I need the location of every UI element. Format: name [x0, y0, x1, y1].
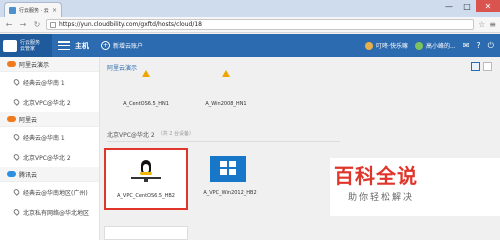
sidebar-group-label: 阿里云演示 — [19, 61, 50, 69]
watermark-subtitle: 助你轻松解决 — [348, 193, 415, 203]
host-card[interactable]: A_CentOS6.5_HN1 — [114, 67, 178, 115]
section-count: （共 2 台设备） — [157, 131, 195, 137]
reload-icon[interactable]: ↻ — [32, 20, 42, 30]
sidebar-group-aliyun-demo[interactable]: 阿里云演示 — [0, 57, 99, 72]
windows-logo-icon — [210, 156, 246, 182]
user-menu[interactable]: 叮咚·快乐嘛 — [365, 41, 408, 50]
sidebar-item-label: 北京VPC@华北 2 — [23, 154, 71, 162]
url-text: https://yun.cloudbility.com/gxftd/hosts/… — [59, 21, 202, 28]
address-bar: ← → ↻ https://yun.cloudbility.com/gxftd/… — [0, 17, 500, 33]
sidebar-item-label: 经典云@华南 1 — [23, 134, 65, 142]
tencent-cloud-icon — [7, 171, 16, 177]
tab-title: 行云服务 · 云管家 — [19, 7, 49, 14]
user-label: 叮咚·快乐嘛 — [376, 43, 408, 50]
account-label: 高小峰的... — [425, 43, 456, 50]
aliyun-icon — [7, 116, 16, 122]
host-label: A_VPC_CentOS6.5_HB2 — [117, 193, 175, 199]
favicon-icon — [9, 6, 16, 14]
menu-icon[interactable]: ≡ — [489, 20, 496, 29]
account-menu[interactable]: 高小峰的... — [414, 41, 456, 50]
location-pin-icon — [12, 188, 21, 196]
grid-view-icon[interactable] — [471, 62, 480, 71]
warning-icon — [142, 70, 150, 77]
browser-tabstrip: 行云服务 · 云管家 × — □ ✕ — [0, 0, 500, 17]
page-icon — [50, 21, 56, 28]
star-icon[interactable]: ☆ — [478, 20, 485, 29]
avatar — [365, 41, 374, 50]
warning-icon — [222, 70, 230, 77]
sidebar-item-beijing-vpc[interactable]: 北京VPC@华北 2 — [0, 147, 99, 167]
host-label: A_CentOS6.5_HN1 — [123, 101, 169, 107]
location-pin-icon — [12, 98, 21, 106]
header-right: 叮咚·快乐嘛 高小峰的... ✉ ? ⏻ — [365, 34, 500, 57]
sidebar-item-classic-guangzhou[interactable]: 经典云@华南地区(广州) — [0, 182, 99, 202]
host-label: A_Win2008_HN1 — [205, 101, 247, 107]
tab-close-icon[interactable]: × — [52, 7, 57, 14]
linux-tux-icon — [139, 157, 153, 175]
maximize-button[interactable]: □ — [458, 0, 476, 12]
sidebar-item-label: 经典云@华南地区(广州) — [23, 189, 88, 197]
sidebar-group-tencent[interactable]: 腾讯云 — [0, 167, 99, 182]
sidebar-group-aliyun[interactable]: 阿里云 — [0, 112, 99, 127]
section-divider — [107, 141, 340, 142]
logo-mark-icon — [3, 39, 17, 52]
location-pin-icon — [12, 153, 21, 161]
sidebar-group-label: 阿里云 — [19, 116, 38, 124]
power-icon[interactable]: ⏻ — [488, 41, 494, 51]
sidebar-item-classic-south1[interactable]: 经典云@华南 1 — [0, 72, 99, 92]
location-pin-icon — [12, 208, 21, 216]
monitor-stand-icon — [144, 179, 148, 182]
host-menu-label[interactable]: 主机 — [75, 41, 89, 51]
browser-tab[interactable]: 行云服务 · 云管家 × — [4, 2, 62, 17]
host-card-selected[interactable]: A_VPC_CentOS6.5_HB2 — [104, 148, 188, 210]
host-card[interactable]: A_VPC_Win2012_HB2 — [198, 152, 262, 208]
url-input[interactable]: https://yun.cloudbility.com/gxftd/hosts/… — [46, 19, 475, 30]
logo-text-line2: 云管家 — [20, 45, 36, 52]
app-logo[interactable]: 行云服务 云管家 — [0, 34, 52, 57]
sidebar-item-label: 北京VPC@华北 2 — [23, 99, 71, 107]
sidebar-group-label: 腾讯云 — [19, 171, 38, 179]
mail-icon[interactable]: ✉ — [463, 41, 470, 50]
sidebar-item-beijing-vpc[interactable]: 北京VPC@华北 2 — [0, 92, 99, 112]
new-cloud-account-label: 新增云账户 — [113, 43, 144, 50]
forward-arrow-icon[interactable]: → — [18, 20, 28, 30]
section-header: 北京VPC@华北 2 （共 2 台设备） — [107, 130, 194, 139]
location-pin-icon — [12, 133, 21, 141]
sidebar-item-label: 经典云@华南 1 — [23, 79, 65, 87]
watermark: 百科全说 助你轻松解决 — [330, 158, 500, 216]
sidebar-item-classic-south1[interactable]: 经典云@华南 1 — [0, 127, 99, 147]
view-toggle — [471, 62, 492, 71]
location-pin-icon — [12, 78, 21, 86]
sidebar-item-label: 北京私有网络@华北地区 — [23, 209, 90, 217]
plus-circle-icon: + — [101, 41, 110, 50]
close-window-button[interactable]: ✕ — [476, 0, 500, 12]
list-view-icon[interactable] — [483, 62, 492, 71]
account-avatar — [414, 41, 423, 50]
aliyun-icon — [7, 61, 16, 67]
hamburger-icon[interactable] — [58, 41, 70, 50]
sidebar-item-beijing-private[interactable]: 北京私有网络@华北地区 — [0, 202, 99, 222]
watermark-title: 百科全说 — [334, 164, 418, 188]
help-icon[interactable]: ? — [476, 41, 480, 50]
host-card-partial[interactable] — [104, 226, 188, 240]
host-card[interactable]: A_Win2008_HN1 — [194, 67, 258, 115]
section-title: 北京VPC@华北 2 — [107, 132, 155, 139]
host-label: A_VPC_Win2012_HB2 — [203, 190, 257, 196]
app-header: 行云服务 云管家 主机 + 新增云账户 叮咚·快乐嘛 高小峰的... ✉ ? ⏻ — [0, 34, 500, 57]
minimize-button[interactable]: — — [440, 0, 458, 12]
new-cloud-account-button[interactable]: + 新增云账户 — [101, 41, 143, 50]
sidebar: 阿里云演示 经典云@华南 1 北京VPC@华北 2 阿里云 经典云@华南 1 北… — [0, 57, 100, 240]
back-arrow-icon[interactable]: ← — [4, 20, 14, 30]
